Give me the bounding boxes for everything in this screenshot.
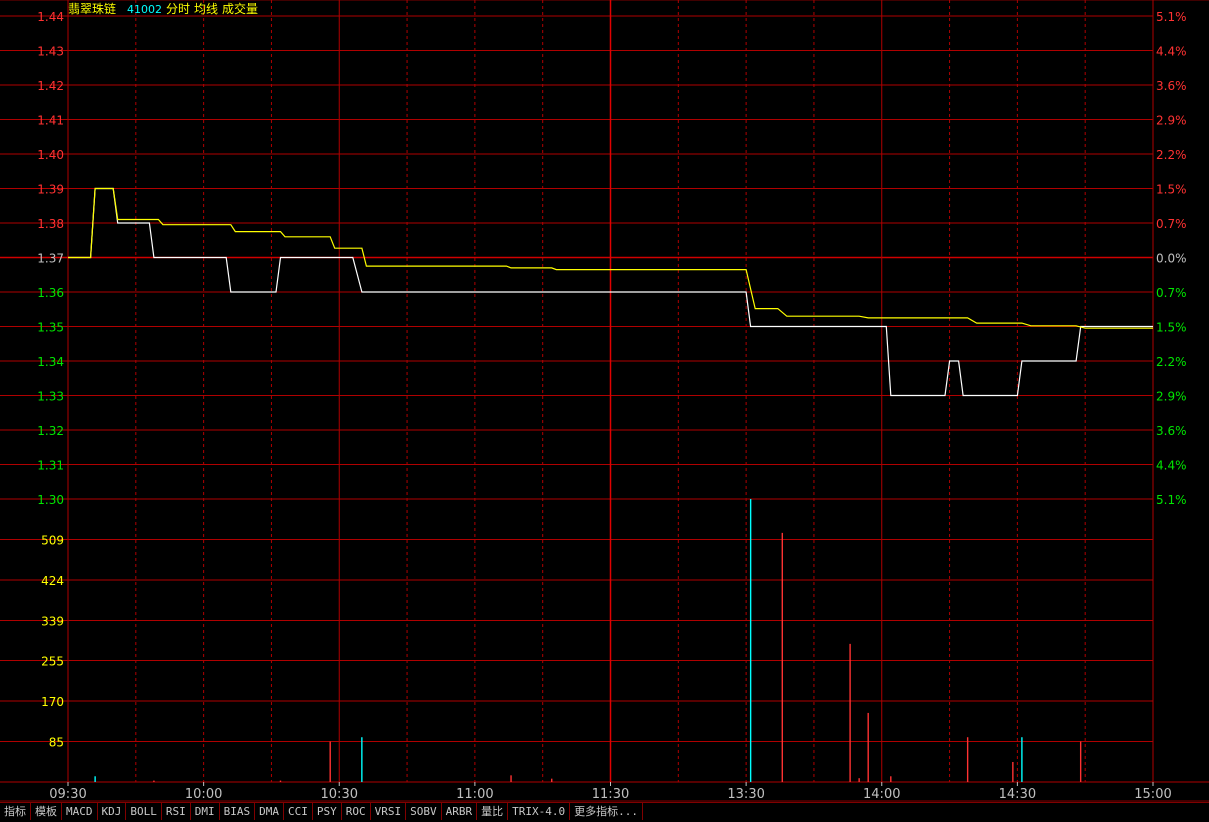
indicator-tab[interactable]: KDJ [98,803,127,820]
price-tick-label: 1.39 [37,183,64,197]
price-tick-label: 1.36 [37,286,64,300]
intraday-chart: 1.44 5.1% 1.43 4.4% 1.42 3.6% 1.41 2.9% 1.40 2.2%… [0,0,1209,802]
indicator-tab[interactable]: SOBV [406,803,442,820]
mode-label: 分时 [166,2,190,16]
x-tick-label: 09:30 [49,787,86,802]
volume-tick-label: 85 [49,736,64,750]
pct-tick-label: 3.6% [1156,424,1187,438]
x-tick-label: 10:30 [321,787,358,802]
price-tick-label: 1.31 [37,459,64,473]
price-tick-label: 1.41 [37,114,64,128]
pct-tick-label: 2.9% [1156,114,1187,128]
volume-tick-label: 255 [41,655,64,669]
indicator-tab[interactable]: 量比 [477,803,509,820]
indicator-tab[interactable]: PSY [313,803,342,820]
indicator-tab[interactable]: BIAS [220,803,256,820]
indicator-tab[interactable]: DMA [255,803,284,820]
price-tick-label: 1.40 [37,148,64,162]
volume-label: 成交量 [222,1,258,16]
price-tick-label: 1.34 [37,355,64,369]
pct-tick-label: 0.0% [1156,252,1187,266]
chart-header: 翡翠珠链 41002 分时 均线 成交量 [68,1,258,16]
pct-tick-label: 5.1% [1156,493,1187,507]
indicator-tab[interactable]: RSI [162,803,191,820]
pct-tick-label: 2.9% [1156,390,1187,404]
price-tick-label: 1.33 [37,390,64,404]
indicator-tab-bar: 指标 模板 MACD KDJ BOLL RSI DMI BIAS DMA CCI PSY ROC VRS… [0,802,1209,822]
x-tick-label: 10:00 [185,787,222,802]
pct-tick-label: 2.2% [1156,148,1187,162]
pct-tick-label: 1.5% [1156,321,1187,335]
indicator-tab[interactable]: DMI [191,803,220,820]
volume-tick-label: 509 [41,533,64,547]
indicator-tab[interactable]: 更多指标... [570,803,643,820]
price-tick-label: 1.30 [37,493,64,507]
x-tick-label: 11:30 [592,787,629,802]
price-tick-label: 1.38 [37,217,64,231]
pct-tick-label: 4.4% [1156,45,1187,59]
indicator-tab[interactable]: ROC [342,803,371,820]
grid-layer [0,0,1209,802]
indicator-tab[interactable]: ARBR [442,803,478,820]
x-tick-label: 13:30 [727,787,764,802]
indicator-tab[interactable]: CCI [284,803,313,820]
pct-tick-label: 5.1% [1156,10,1187,24]
pct-tick-label: 1.5% [1156,183,1187,197]
indicator-tab[interactable]: 指标 [0,803,31,820]
pct-tick-label: 4.4% [1156,459,1187,473]
pct-tick-label: 2.2% [1156,355,1187,369]
volume-tick-label: 424 [41,574,64,588]
indicator-tab[interactable]: TRIX-4.0 [508,803,571,820]
price-tick-label: 1.42 [37,79,64,93]
axis-layer: 1.44 5.1% 1.43 4.4% 1.42 3.6% 1.41 2.9% 1.40 2.2%… [37,10,1186,802]
price-tick-label: 1.32 [37,424,64,438]
indicator-tab[interactable]: VRSI [371,803,407,820]
price-tick-label: 1.44 [37,10,64,24]
avg-line-label: 均线 [194,2,218,16]
pct-tick-label: 0.7% [1156,217,1187,231]
volume-layer [94,499,1082,782]
price-tick-label: 1.37 [37,252,64,266]
indicator-tab[interactable]: MACD [62,803,98,820]
price-tick-label: 1.35 [37,321,64,335]
stock-name: 翡翠珠链 [68,1,116,16]
pct-tick-label: 3.6% [1156,79,1187,93]
pct-tick-label: 0.7% [1156,286,1187,300]
x-tick-label: 11:00 [456,787,493,802]
x-tick-label: 14:30 [999,787,1036,802]
indicator-tab[interactable]: BOLL [126,803,162,820]
price-tick-label: 1.43 [37,45,64,59]
x-tick-label: 14:00 [863,787,900,802]
volume-tick-label: 339 [41,614,64,628]
volume-tick-label: 170 [41,695,64,709]
stock-code: 41002 [127,3,162,16]
indicator-tab[interactable]: 模板 [31,803,62,820]
x-tick-label: 15:00 [1134,787,1171,802]
